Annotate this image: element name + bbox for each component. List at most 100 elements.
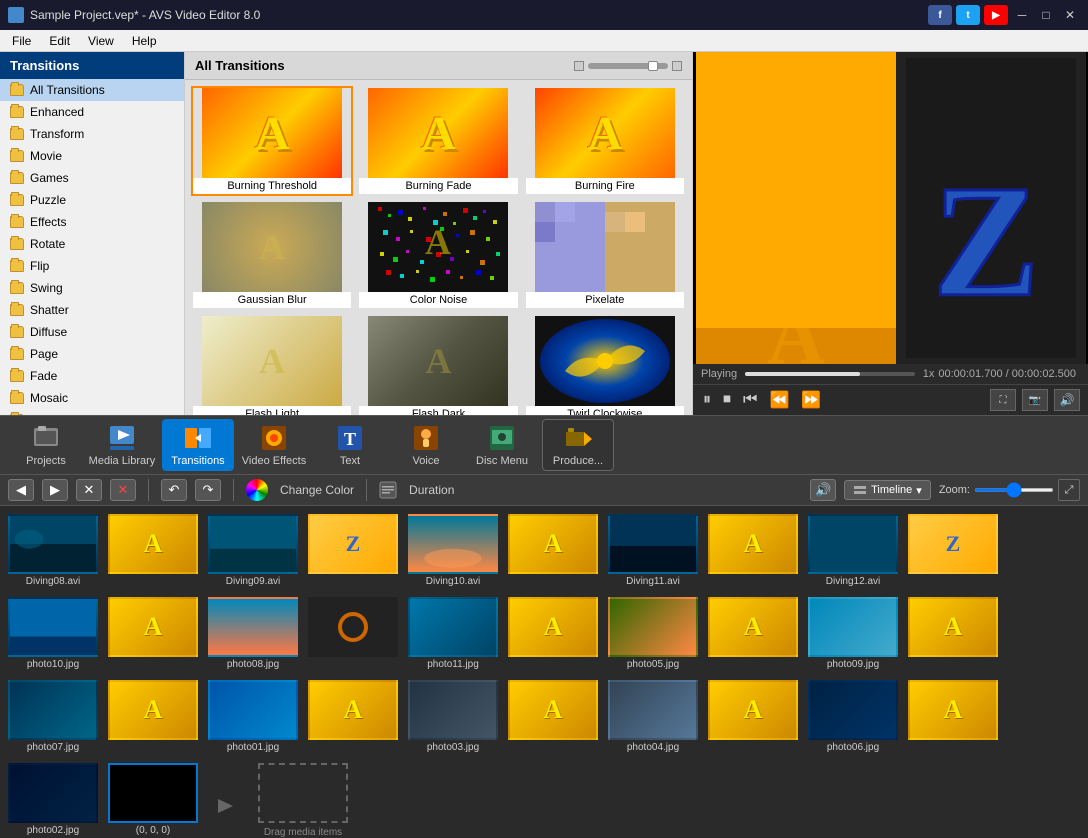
media-item-photo06[interactable]: photo06.jpg <box>808 680 898 753</box>
sidebar-item-transform[interactable]: Transform <box>0 123 184 145</box>
change-color-button[interactable] <box>246 479 268 501</box>
media-item-diving08[interactable]: Diving08.avi <box>8 514 98 587</box>
sidebar-item-diffuse[interactable]: Diffuse <box>0 321 184 343</box>
close-button-2[interactable]: ✕ <box>110 479 136 501</box>
media-item-a2[interactable]: A <box>508 514 598 587</box>
sidebar-item-all-transitions[interactable]: All Transitions <box>0 79 184 101</box>
media-item-circle[interactable] <box>308 597 398 670</box>
projects-button[interactable]: Projects <box>10 419 82 471</box>
media-item-photo05[interactable]: photo05.jpg <box>608 597 698 670</box>
transitions-button[interactable]: Transitions <box>162 419 234 471</box>
transition-item-flash-dark[interactable]: A Flash Dark <box>357 314 519 415</box>
nav-back-button[interactable]: ◀ <box>8 479 34 501</box>
menu-edit[interactable]: Edit <box>41 32 78 50</box>
expand-button[interactable]: ⤢ <box>1058 479 1080 501</box>
media-item-photo08[interactable]: photo08.jpg <box>208 597 298 670</box>
drag-drop-zone[interactable] <box>258 763 348 823</box>
sidebar-item-games[interactable]: Games <box>0 167 184 189</box>
media-item-a10[interactable]: A <box>508 680 598 753</box>
fast-forward-button[interactable]: ⏩ <box>799 388 823 412</box>
sidebar-item-enhanced[interactable]: Enhanced <box>0 101 184 123</box>
size-large-button[interactable] <box>672 61 682 71</box>
media-item-photo11[interactable]: photo11.jpg <box>408 597 498 670</box>
undo-button[interactable]: ↶ <box>161 479 187 501</box>
media-item-a6[interactable]: A <box>708 597 798 670</box>
media-item-photo03[interactable]: photo03.jpg <box>408 680 498 753</box>
media-item-a12[interactable]: A <box>908 680 998 753</box>
menu-help[interactable]: Help <box>124 32 165 50</box>
media-item-z1[interactable]: Z <box>308 514 398 587</box>
twitter-button[interactable]: t <box>956 5 980 25</box>
play-pause-button[interactable]: ⏸ <box>701 389 713 411</box>
size-small-button[interactable] <box>574 61 584 71</box>
media-item-z2[interactable]: Z <box>908 514 998 587</box>
facebook-button[interactable]: f <box>928 5 952 25</box>
sidebar-item-puzzle[interactable]: Puzzle <box>0 189 184 211</box>
media-item-photo09[interactable]: photo09.jpg <box>808 597 898 670</box>
sidebar-item-mosaic[interactable]: Mosaic <box>0 387 184 409</box>
sidebar-item-page[interactable]: Page <box>0 343 184 365</box>
media-item-a3[interactable]: A <box>708 514 798 587</box>
menu-view[interactable]: View <box>80 32 122 50</box>
transition-item-gaussian-blur[interactable]: A Gaussian Blur <box>191 200 353 310</box>
sidebar-item-shatter[interactable]: Shatter <box>0 299 184 321</box>
transition-item-pixelate[interactable]: Pixelate <box>524 200 686 310</box>
volume-button[interactable]: 🔊 <box>1054 389 1080 411</box>
audio-button[interactable]: 🔊 <box>810 479 836 501</box>
video-effects-button[interactable]: Video Effects <box>238 419 310 471</box>
voice-button[interactable]: Voice <box>390 419 462 471</box>
youtube-button[interactable]: ▶ <box>984 5 1008 25</box>
media-item-a7[interactable]: A <box>908 597 998 670</box>
transition-item-burning-threshold[interactable]: A Burning Threshold <box>191 86 353 196</box>
text-button[interactable]: T Text <box>314 419 386 471</box>
media-item-photo02[interactable]: photo02.jpg <box>8 763 98 838</box>
sidebar-item-flip[interactable]: Flip <box>0 255 184 277</box>
zoom-slider-input[interactable] <box>974 488 1054 492</box>
playback-progress-bar[interactable] <box>745 372 915 376</box>
media-item-diving10[interactable]: Diving10.avi <box>408 514 498 587</box>
media-item-a9[interactable]: A <box>308 680 398 753</box>
sidebar-item-rotate[interactable]: Rotate <box>0 233 184 255</box>
sidebar-item-fade[interactable]: Fade <box>0 365 184 387</box>
disc-menu-button[interactable]: Disc Menu <box>466 419 538 471</box>
zoom-slider[interactable] <box>588 63 668 69</box>
media-item-diving11[interactable]: Diving11.avi <box>608 514 698 587</box>
media-item-photo01[interactable]: photo01.jpg <box>208 680 298 753</box>
maximize-button[interactable]: □ <box>1036 5 1056 25</box>
sidebar-item-movie[interactable]: Movie <box>0 145 184 167</box>
media-item-photo10[interactable]: photo10.jpg <box>8 597 98 670</box>
sidebar-item-swing[interactable]: Swing <box>0 277 184 299</box>
remove-button[interactable]: ✕ <box>76 479 102 501</box>
transition-item-twirl-clockwise[interactable]: Twirl Clockwise <box>524 314 686 415</box>
nav-forward-button[interactable]: ▶ <box>42 479 68 501</box>
time-current: 00:00:01.700 <box>938 368 1002 380</box>
media-item-a11[interactable]: A <box>708 680 798 753</box>
media-item-a5[interactable]: A <box>508 597 598 670</box>
transition-item-flash-light[interactable]: A Flash Light <box>191 314 353 415</box>
transition-item-burning-fire[interactable]: A Burning Fire <box>524 86 686 196</box>
fullscreen-button[interactable]: ⛶ <box>990 389 1016 411</box>
media-item-a8[interactable]: A <box>108 680 198 753</box>
snapshot-button[interactable]: 📷 <box>1022 389 1048 411</box>
media-item-photo07[interactable]: photo07.jpg <box>8 680 98 753</box>
close-button[interactable]: ✕ <box>1060 5 1080 25</box>
minimize-button[interactable]: ─ <box>1012 5 1032 25</box>
produce-button[interactable]: Produce... <box>542 419 614 471</box>
stop-button[interactable]: ⏹ <box>721 389 733 411</box>
media-item-a1[interactable]: A <box>108 514 198 587</box>
projects-label: Projects <box>26 455 66 467</box>
media-item-a4[interactable]: A <box>108 597 198 670</box>
timeline-view-button[interactable]: Timeline ▾ <box>844 480 931 500</box>
media-item-photo04[interactable]: photo04.jpg <box>608 680 698 753</box>
transition-item-color-noise[interactable]: A Color Noise <box>357 200 519 310</box>
media-item-black[interactable]: (0, 0, 0) <box>108 763 198 838</box>
sidebar-item-effects[interactable]: Effects <box>0 211 184 233</box>
prev-frame-button[interactable]: ⏮ <box>741 389 759 411</box>
media-item-diving09[interactable]: Diving09.avi <box>208 514 298 587</box>
transition-item-burning-fade[interactable]: A Burning Fade <box>357 86 519 196</box>
media-item-diving12[interactable]: Diving12.avi <box>808 514 898 587</box>
menu-file[interactable]: File <box>4 32 39 50</box>
rewind-button[interactable]: ⏪ <box>767 388 791 412</box>
redo-button[interactable]: ↷ <box>195 479 221 501</box>
media-library-button[interactable]: Media Library <box>86 419 158 471</box>
